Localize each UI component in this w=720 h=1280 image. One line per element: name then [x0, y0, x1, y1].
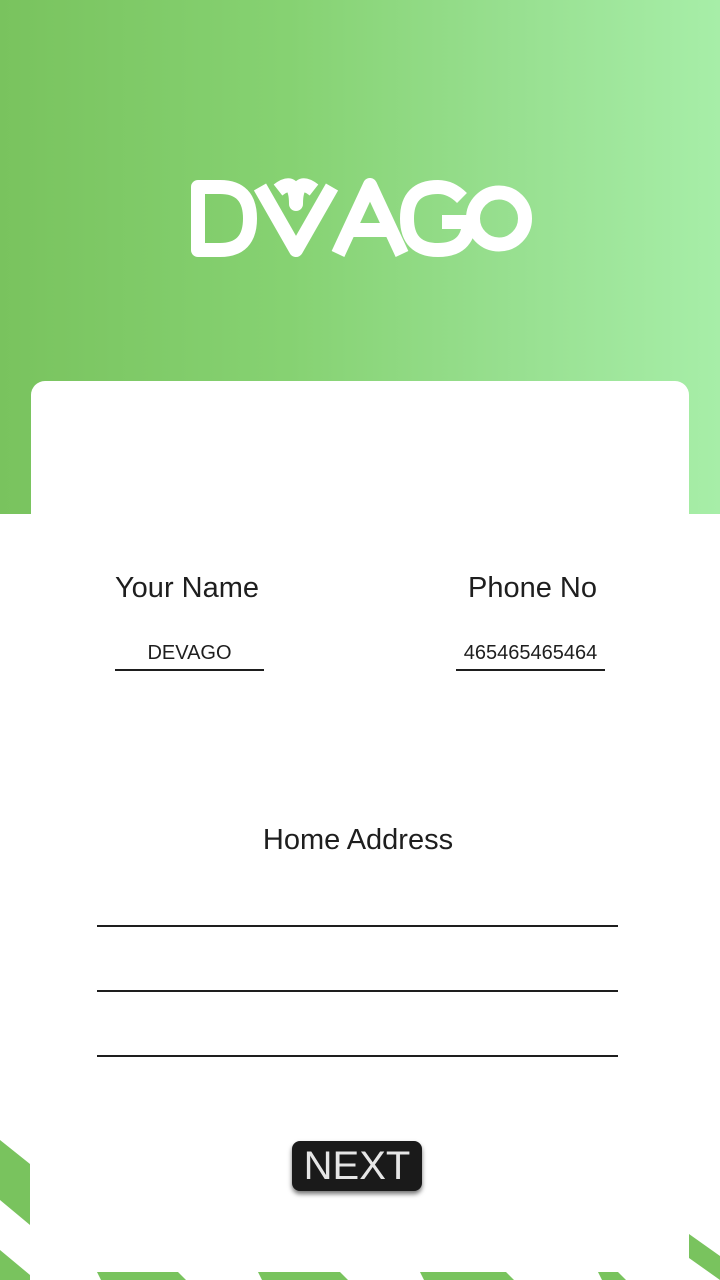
phone-input[interactable] [456, 638, 605, 671]
address-label: Home Address [262, 824, 454, 856]
address-line-2-input[interactable] [97, 956, 618, 992]
logo-text: DVAGO [0, 0, 1, 1]
name-input[interactable] [115, 638, 264, 671]
next-button[interactable]: NEXT [292, 1141, 422, 1191]
name-label: Your Name [115, 572, 260, 604]
address-line-3-input[interactable] [97, 1021, 618, 1057]
dvago-logo [191, 178, 532, 257]
address-line-1-input[interactable] [97, 891, 618, 927]
registration-screen: DVAGO Your Name Phone No Home Address NE… [0, 0, 720, 1280]
phone-label: Phone No [468, 572, 597, 604]
